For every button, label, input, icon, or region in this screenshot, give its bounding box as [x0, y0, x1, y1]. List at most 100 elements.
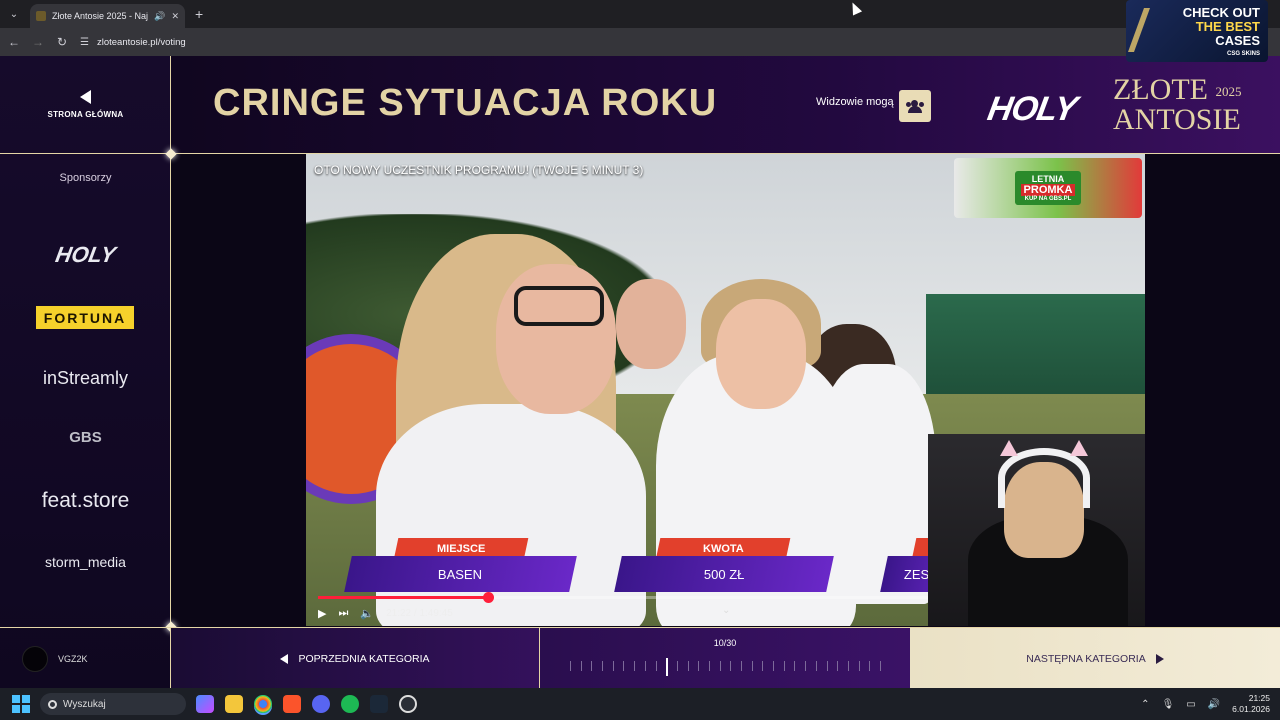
viewers-label: Widzowie mogą	[816, 96, 894, 108]
reload-button[interactable]: ↻	[52, 32, 72, 52]
category-tick[interactable]	[826, 661, 828, 671]
user-profile[interactable]: VGZ2K	[0, 628, 171, 689]
copilot-icon[interactable]	[196, 695, 214, 713]
video-title[interactable]: OTO NOWY UCZESTNIK PROGRAMU! (TWOJE 5 MI…	[314, 163, 643, 177]
csgo-skins-ad[interactable]: CHECK OUT THE BEST CASES CSG SKINS	[1126, 0, 1268, 62]
volume-icon[interactable]: 🔊	[1208, 699, 1220, 710]
category-tick[interactable]	[570, 661, 571, 671]
clock-date: 6.01.2026	[1232, 704, 1270, 714]
category-tick[interactable]	[751, 661, 753, 671]
sponsor-gbs[interactable]: GBS	[0, 429, 171, 446]
category-tick[interactable]	[687, 661, 689, 671]
category-tick[interactable]	[676, 661, 678, 671]
category-tick[interactable]	[880, 661, 881, 671]
category-tick[interactable]	[869, 661, 871, 671]
home-link[interactable]: STRONA GŁÓWNA	[0, 56, 171, 154]
current-category-tick[interactable]	[666, 658, 669, 676]
category-tick[interactable]	[580, 661, 582, 671]
category-tick[interactable]	[762, 661, 764, 671]
arrow-left-icon	[80, 90, 91, 104]
category-tick[interactable]	[698, 661, 700, 671]
close-tab-icon[interactable]: ✕	[171, 11, 179, 22]
url-text[interactable]: zloteantosie.pl/voting	[97, 37, 186, 48]
chevron-up-icon[interactable]: ⌃	[1141, 699, 1149, 710]
category-tick[interactable]	[708, 661, 710, 671]
video-player[interactable]: OTO NOWY UCZESTNIK PROGRAMU! (TWOJE 5 MI…	[306, 154, 1145, 626]
windows-start-icon[interactable]	[12, 695, 30, 713]
back-button[interactable]: ←	[4, 32, 24, 52]
volume-icon[interactable]: 🔈	[360, 607, 374, 620]
category-tick[interactable]	[730, 661, 732, 671]
category-tick[interactable]	[612, 661, 614, 671]
spotify-icon[interactable]	[341, 695, 359, 713]
new-tab-button[interactable]: +	[195, 6, 203, 22]
previous-category-button[interactable]: POPRZEDNIA KATEGORIA	[171, 628, 540, 689]
sponsor-holy[interactable]: HOLY	[0, 242, 173, 268]
category-counter: 10/30	[713, 638, 737, 648]
sponsor-featstore[interactable]: feat.store	[0, 489, 171, 513]
avatar	[22, 645, 48, 672]
windows-taskbar: Wyszukaj ⌃ 🎙 ▭ 🔊 21:25 6.01.2026	[0, 688, 1280, 720]
category-tick[interactable]	[805, 661, 807, 671]
ad-line-3: CASES	[1215, 32, 1260, 48]
file-explorer-icon[interactable]	[225, 695, 243, 713]
category-tick[interactable]	[602, 661, 604, 671]
category-tick[interactable]	[655, 661, 657, 671]
tab-title: Złote Antosie 2025 - Najwię	[52, 11, 149, 21]
arrow-right-icon	[1155, 653, 1164, 664]
category-tick[interactable]	[783, 661, 785, 671]
category-navigation: VGZ2K POPRZEDNIA KATEGORIA 10/30 NASTĘPN…	[0, 627, 1280, 689]
next-category-button[interactable]: NASTĘPNA KATEGORIA	[910, 628, 1280, 689]
brave-icon[interactable]	[283, 695, 301, 713]
cat-ear	[1000, 440, 1018, 456]
site-info-icon[interactable]: ☰	[80, 37, 89, 48]
streamer-webcam	[928, 434, 1145, 626]
obs-icon[interactable]	[399, 695, 417, 713]
viewers-button[interactable]	[899, 90, 931, 122]
category-tick[interactable]	[847, 661, 849, 671]
category-tick[interactable]	[644, 661, 646, 671]
logo-line-1: ZŁOTE	[1113, 73, 1208, 106]
ad-brand: CSG SKINS	[1226, 50, 1260, 57]
category-tick[interactable]	[634, 661, 636, 671]
value-text: 500 ZŁ	[703, 566, 745, 582]
browser-tab[interactable]: Złote Antosie 2025 - Najwię 🔊 ✕	[30, 4, 185, 28]
category-tick[interactable]	[591, 661, 593, 671]
forward-button[interactable]: →	[28, 32, 48, 52]
video-person	[616, 279, 686, 369]
search-placeholder: Wyszukaj	[63, 698, 106, 710]
clock[interactable]: 21:25 6.01.2026	[1232, 693, 1270, 715]
category-tick[interactable]	[741, 661, 743, 671]
sponsor-instreamly[interactable]: inStreamly	[0, 368, 171, 389]
category-tick[interactable]	[815, 661, 817, 671]
sponsor-fortuna[interactable]: FORTUNA	[36, 306, 134, 329]
video-progress-bar[interactable]	[318, 592, 930, 603]
category-tick[interactable]	[773, 661, 775, 671]
discord-icon[interactable]	[312, 695, 330, 713]
tab-search-icon[interactable]: ⌄	[6, 6, 22, 22]
sponsor-stormmedia[interactable]: storm_media	[0, 554, 171, 570]
ad-line-2: THE BEST	[1195, 18, 1260, 34]
network-icon[interactable]: ▭	[1186, 699, 1195, 710]
category-tick[interactable]	[858, 661, 860, 671]
arrow-left-icon	[280, 653, 289, 664]
category-tick[interactable]	[719, 661, 721, 671]
promo-line-1: LETNIA	[1031, 174, 1065, 184]
value-text: BASEN	[438, 566, 483, 582]
play-icon[interactable]: ▶	[318, 607, 326, 620]
logo-line-2: ANTOSIE	[1113, 103, 1241, 137]
taskbar-search[interactable]: Wyszukaj	[40, 693, 186, 715]
category-tick[interactable]	[837, 661, 839, 671]
steam-icon[interactable]	[370, 695, 388, 713]
category-tick[interactable]	[623, 661, 625, 671]
microphone-icon[interactable]: 🎙	[1162, 699, 1175, 710]
site-favicon-icon	[36, 11, 46, 21]
next-icon[interactable]: ⏭	[338, 607, 348, 620]
omnibox[interactable]: ☰ zloteantosie.pl/voting	[80, 37, 186, 48]
chrome-icon[interactable]	[254, 695, 272, 713]
speaker-icon[interactable]: 🔊	[154, 11, 165, 22]
category-tick[interactable]	[794, 661, 796, 671]
lower-third-kwota: KWOTA 500 ZŁ	[614, 538, 848, 594]
video-scrubber[interactable]	[482, 592, 494, 603]
chevron-down-icon[interactable]: ⌄	[722, 605, 730, 616]
